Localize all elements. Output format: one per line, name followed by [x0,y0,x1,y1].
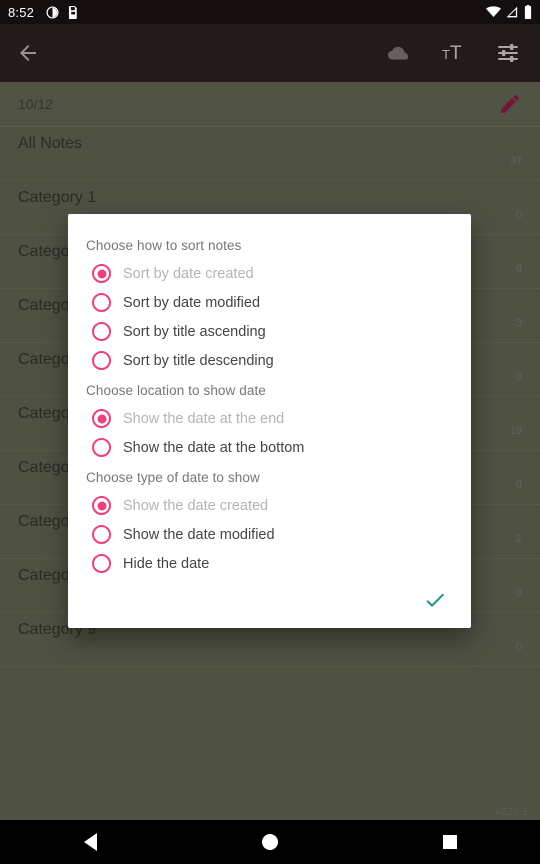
status-bar-clock: 8:52 [8,4,35,20]
confirm-check-icon[interactable] [423,588,447,612]
nav-home-button[interactable] [210,834,330,850]
sort-options-dialog: Choose how to sort notes Sort by date cre… [68,214,471,628]
nav-back-button[interactable] [30,833,150,851]
status-bar-left-icons [46,5,79,19]
radio-unselected-icon[interactable] [92,438,111,457]
phone-screen: 8:52 T T 10/12 All Notes 37 Category 1 0… [0,0,540,864]
dialog-section-title: Choose type of date to show [86,470,260,485]
radio-option[interactable]: Show the date created [68,491,471,520]
wifi-icon [486,6,501,17]
nav-back-icon [83,833,97,851]
dialog-section-title: Choose how to sort notes [86,238,242,253]
radio-option[interactable]: Show the date modified [68,520,471,549]
radio-option[interactable]: Sort by date created [68,259,471,288]
radio-unselected-icon[interactable] [92,351,111,370]
dialog-section-title: Choose location to show date [86,383,266,398]
radio-option-label: Show the date at the bottom [123,439,305,456]
radio-unselected-icon[interactable] [92,322,111,341]
radio-option[interactable]: Sort by date modified [68,288,471,317]
radio-selected-icon[interactable] [92,264,111,283]
battery-icon [524,5,532,19]
radio-option[interactable]: Hide the date [68,549,471,578]
radio-option-label: Show the date created [123,497,269,514]
sd-card-icon [69,5,77,19]
radio-option[interactable]: Sort by title descending [68,346,471,375]
do-not-disturb-icon [46,5,59,19]
nav-recents-icon [443,835,457,849]
radio-option[interactable]: Sort by title ascending [68,317,471,346]
status-bar-right-icons [486,5,532,19]
radio-option-label: Sort by title ascending [123,323,266,340]
radio-option-label: Sort by date created [123,265,254,282]
radio-unselected-icon[interactable] [92,293,111,312]
android-nav-bar [0,820,540,864]
status-bar: 8:52 [0,0,540,24]
cell-signal-icon [506,6,518,18]
radio-option-label: Hide the date [123,555,210,572]
nav-home-icon [262,834,278,850]
radio-selected-icon[interactable] [92,496,111,515]
radio-option-label: Show the date at the end [123,410,285,427]
radio-option[interactable]: Show the date at the bottom [68,433,471,462]
nav-recents-button[interactable] [390,835,510,849]
dialog-sections: Choose how to sort notes Sort by date cre… [68,230,471,578]
radio-option-label: Show the date modified [123,526,275,543]
radio-unselected-icon[interactable] [92,554,111,573]
dialog-actions [68,578,471,628]
radio-option-label: Sort by date modified [123,294,261,311]
radio-option[interactable]: Show the date at the end [68,404,471,433]
radio-unselected-icon[interactable] [92,525,111,544]
radio-option-label: Sort by title descending [123,352,274,369]
radio-selected-icon[interactable] [92,409,111,428]
